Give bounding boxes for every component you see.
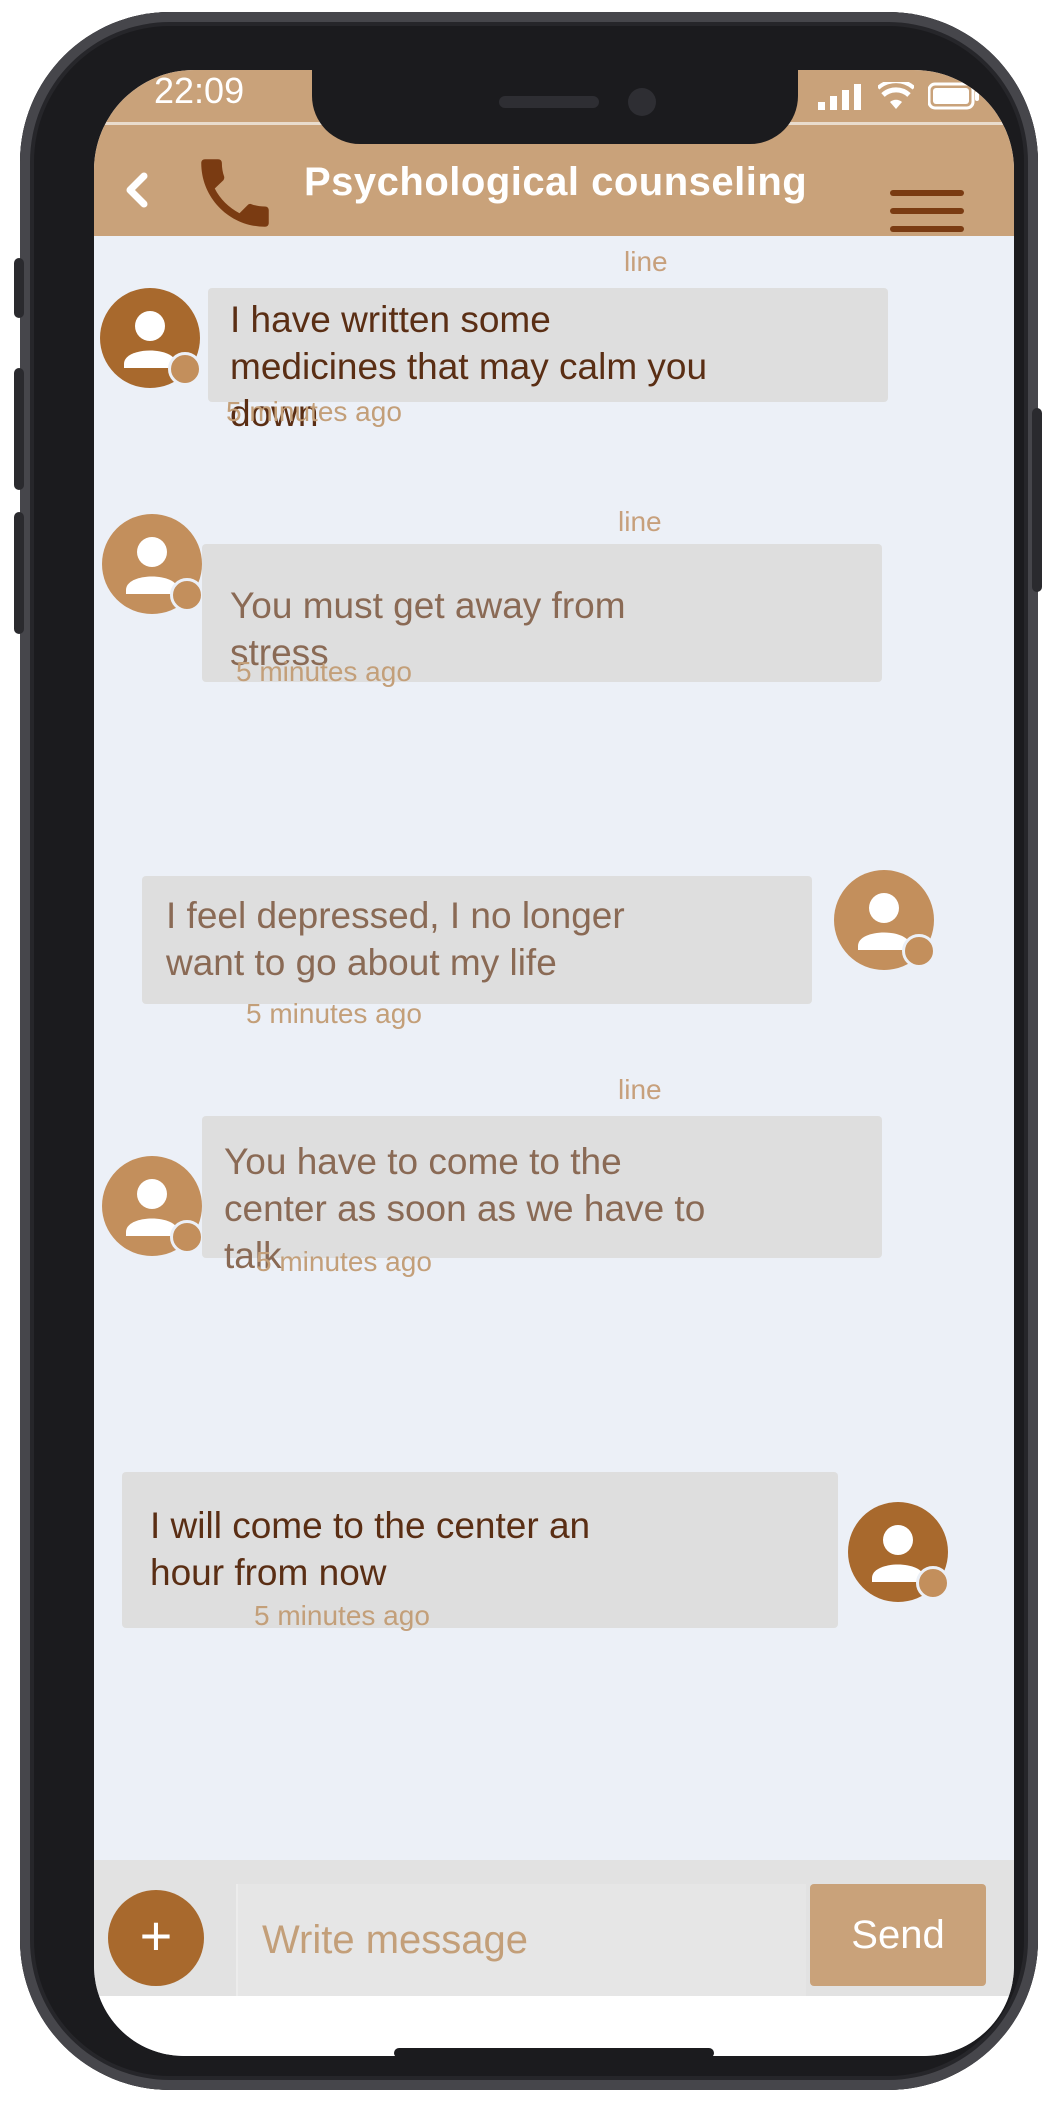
message-timestamp: 5 minutes ago [254,1600,430,1631]
front-camera [628,88,656,116]
camera-notch [312,70,798,144]
home-area [94,1996,1014,2056]
message-text-line: medicines that may calm you [230,346,708,387]
message-input[interactable] [236,1884,806,1996]
message-text-line: I will come to the center an [150,1505,591,1546]
online-status-dot [916,1566,950,1600]
phone-frame: 22:09 Psychological counseling line I ha… [14,12,1042,2090]
volume-up-button [14,368,24,490]
menu-button[interactable] [890,182,964,238]
home-indicator[interactable] [394,2048,714,2056]
message-text-line: center as soon as we have to [224,1188,706,1229]
online-status-dot [170,578,204,612]
counselor-avatar[interactable] [100,288,202,388]
message-label: line [618,1074,662,1105]
message-text-line: You have to come to the [224,1141,622,1182]
cellular-signal-icon [818,84,861,110]
message-bubble: I have written some medicines that may c… [208,288,888,434]
chevron-left-icon [126,172,148,208]
message-timestamp: 5 minutes ago [236,656,412,687]
power-button [1032,408,1042,592]
message-text-line: You must get away from [230,585,626,626]
counselor-avatar[interactable] [102,1156,204,1256]
user-avatar[interactable] [834,870,936,970]
status-time: 22:09 [154,70,245,111]
message-bubble: I feel depressed, I no longer want to go… [142,876,812,1004]
status-icons [818,82,980,110]
message-timestamp: 5 minutes ago [256,1246,432,1277]
counselor-avatar[interactable] [102,514,204,614]
app-screen: 22:09 Psychological counseling line I ha… [94,70,1014,2056]
phone-icon [201,159,269,227]
message-text-line: hour from now [150,1552,387,1593]
message-text-line: I feel depressed, I no longer [166,895,625,936]
message-label: line [618,506,662,537]
add-attachment-button[interactable]: + [108,1890,204,1986]
call-button[interactable] [190,148,280,238]
message-timestamp: 5 minutes ago [246,998,422,1029]
online-status-dot [168,352,202,386]
online-status-dot [902,934,936,968]
page-title: Psychological counseling [304,160,808,204]
battery-icon [928,82,979,110]
speaker-grille [499,96,599,108]
back-button[interactable] [118,168,158,212]
volume-down-button [14,512,24,634]
online-status-dot [170,1220,204,1254]
wifi-icon [878,82,914,109]
message-bubble: You have to come to the center as soon a… [202,1116,882,1276]
message-composer: + Send [94,1860,1014,1996]
message-text-line: I have written some [230,299,551,340]
send-button[interactable]: Send [810,1884,986,1986]
user-avatar[interactable] [848,1502,950,1602]
message-label: line [624,246,668,277]
mute-switch [14,258,24,318]
header-bar: 22:09 Psychological counseling [94,70,1014,236]
message-text-line: want to go about my life [166,942,557,983]
message-timestamp: 5 minutes ago [226,396,402,427]
message-bubble: I will come to the center an hour from n… [122,1472,838,1628]
